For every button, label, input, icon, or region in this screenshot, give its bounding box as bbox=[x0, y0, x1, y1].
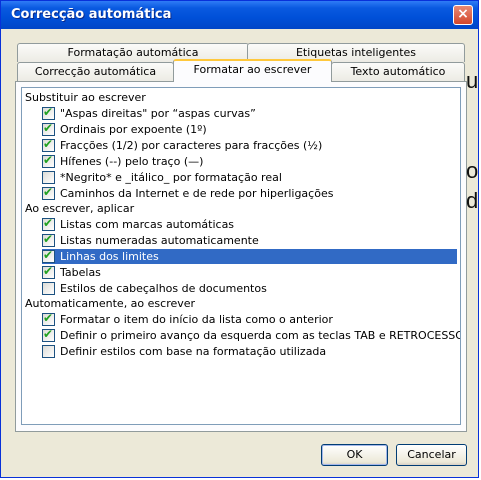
group-header-apply: Ao escrever, aplicar bbox=[25, 202, 135, 215]
close-icon: × bbox=[457, 6, 469, 22]
list-item[interactable]: Estilos de cabeçalhos de documentos bbox=[42, 281, 267, 296]
close-button[interactable]: × bbox=[453, 5, 473, 25]
check-icon: ✔ bbox=[43, 153, 54, 167]
title-bar[interactable]: Correcção automática × bbox=[1, 1, 478, 29]
checkbox[interactable]: ✔ bbox=[42, 153, 55, 168]
dialog-title: Correcção automática bbox=[11, 7, 172, 22]
list-item[interactable]: ✔ "Aspas direitas" por “aspas curvas” bbox=[42, 105, 256, 121]
background-fragment: u bbox=[466, 68, 479, 93]
cancel-button[interactable]: Cancelar bbox=[396, 444, 467, 466]
background-fragment: o bbox=[466, 158, 479, 183]
checkbox[interactable]: ✔ bbox=[42, 105, 55, 120]
checkbox[interactable]: ✔ bbox=[42, 121, 55, 136]
options-list[interactable]: Substituir ao escrever ✔ "Aspas direitas"… bbox=[21, 87, 461, 425]
list-item[interactable]: ✔ Definir o primeiro avanço da esquerda c… bbox=[42, 327, 460, 343]
checkbox[interactable] bbox=[42, 345, 55, 358]
list-item[interactable]: ✔ Listas com marcas automáticas bbox=[42, 216, 234, 232]
tab-panel: Substituir ao escrever ✔ "Aspas direitas"… bbox=[15, 81, 467, 432]
check-icon: ✔ bbox=[43, 248, 54, 262]
check-icon: ✔ bbox=[43, 105, 54, 119]
list-item[interactable]: ✔ Tabelas bbox=[42, 264, 101, 280]
checkbox[interactable]: ✔ bbox=[42, 327, 55, 342]
list-item[interactable]: ✔ Caminhos da Internet e de rede por hipe… bbox=[42, 185, 333, 201]
list-item[interactable]: ✔ Hífenes (--) pelo traço (—) bbox=[42, 153, 203, 169]
check-icon: ✔ bbox=[43, 327, 54, 341]
background-fragment: d bbox=[466, 188, 479, 213]
group-header-replace: Substituir ao escrever bbox=[25, 91, 146, 104]
tab-formatar-ao-escrever[interactable]: Formatar ao escrever bbox=[173, 59, 332, 82]
checkbox[interactable]: ✔ bbox=[42, 248, 55, 263]
checkbox[interactable]: ✔ bbox=[42, 216, 55, 231]
checkbox[interactable] bbox=[42, 282, 55, 295]
tab-texto-automatico[interactable]: Texto automático bbox=[331, 62, 465, 81]
tab-correccao-automatica[interactable]: Correcção automática bbox=[17, 62, 174, 81]
list-item-selected[interactable]: ✔ Linhas dos limites bbox=[42, 248, 457, 264]
list-item[interactable]: ✔ Formatar o item do início da lista como… bbox=[42, 311, 333, 327]
list-item[interactable]: ✔ Ordinais por expoente (1º) bbox=[42, 121, 207, 137]
check-icon: ✔ bbox=[43, 311, 54, 325]
check-icon: ✔ bbox=[43, 137, 54, 151]
check-icon: ✔ bbox=[43, 232, 54, 246]
checkbox[interactable]: ✔ bbox=[42, 264, 55, 279]
checkbox[interactable] bbox=[42, 171, 55, 184]
group-header-auto: Automaticamente, ao escrever bbox=[25, 297, 196, 310]
checkbox[interactable]: ✔ bbox=[42, 137, 55, 152]
autocorrect-dialog: Correcção automática × Formatação automá… bbox=[0, 0, 479, 478]
list-item[interactable]: ✔ Fracções (1/2) por caracteres para frac… bbox=[42, 137, 322, 153]
checkbox[interactable]: ✔ bbox=[42, 185, 55, 200]
ok-button[interactable]: OK bbox=[321, 444, 388, 466]
checkbox[interactable]: ✔ bbox=[42, 311, 55, 326]
check-icon: ✔ bbox=[43, 264, 54, 278]
check-icon: ✔ bbox=[43, 216, 54, 230]
list-item[interactable]: Definir estilos com base na formatação u… bbox=[42, 344, 326, 359]
list-item[interactable]: *Negrito* e _itálico_ por formatação rea… bbox=[42, 170, 282, 185]
check-icon: ✔ bbox=[43, 121, 54, 135]
checkbox[interactable]: ✔ bbox=[42, 232, 55, 247]
check-icon: ✔ bbox=[43, 185, 54, 199]
list-item[interactable]: ✔ Listas numeradas automaticamente bbox=[42, 232, 259, 248]
